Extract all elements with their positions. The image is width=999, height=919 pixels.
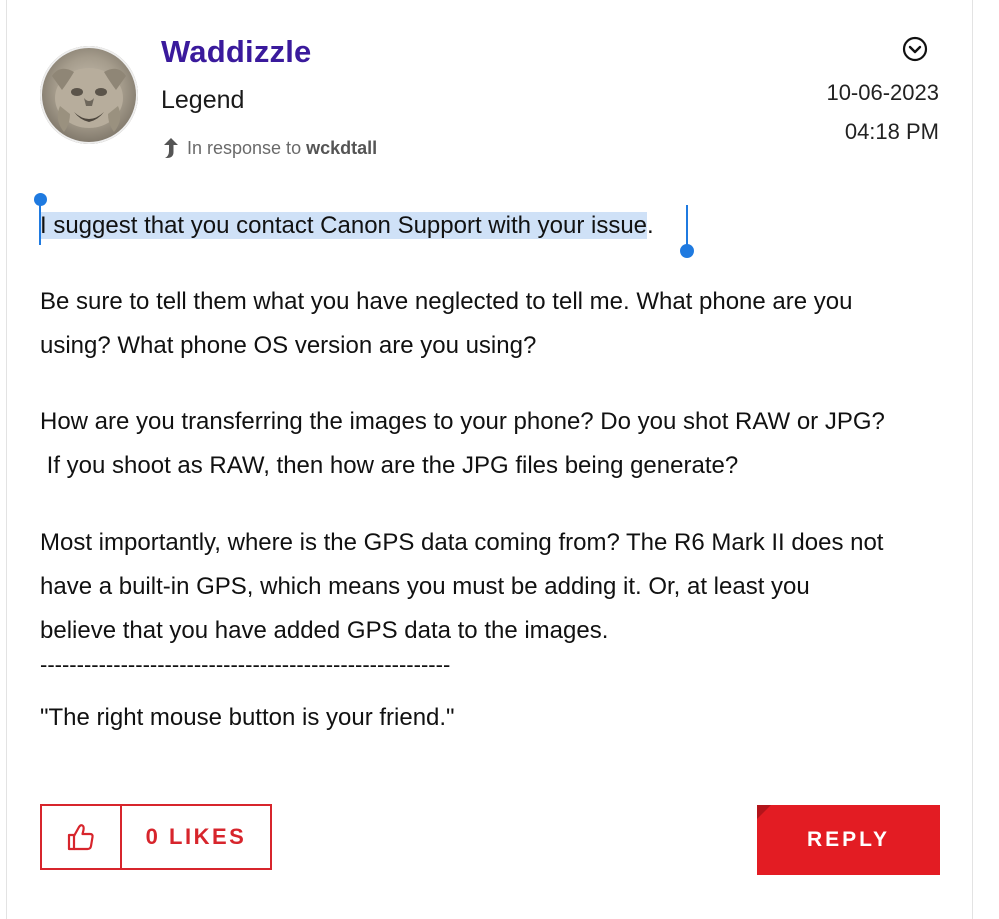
like-button[interactable] — [42, 806, 122, 868]
chevron-down-circle-icon[interactable] — [902, 36, 928, 62]
in-response-prefix: In response to — [187, 137, 302, 158]
paragraph-4-line-2: have a built-in GPS, which means you mus… — [40, 573, 810, 600]
post-paragraph-1: I suggest that you contact Canon Support… — [40, 204, 950, 248]
author-rank: Legend — [161, 86, 245, 114]
paragraph-4-line-1: Most importantly, where is the GPS data … — [40, 529, 884, 556]
selected-text: I suggest that you contact Canon Support… — [40, 212, 648, 239]
gargoyle-avatar-icon — [52, 68, 126, 132]
paragraph-3-line-2: If you shoot as RAW, then how are the JP… — [40, 452, 739, 479]
avatar[interactable] — [40, 46, 138, 144]
paragraph-4-line-3: believe that you have added GPS data to … — [40, 617, 609, 644]
post-paragraph-2: Be sure to tell them what you have negle… — [40, 280, 950, 368]
reply-button-label: REPLY — [806, 828, 891, 851]
reply-button[interactable]: REPLY — [757, 805, 940, 875]
post-date: 10-06-2023 — [826, 80, 939, 105]
frame-border-left — [6, 0, 7, 919]
thumbs-up-icon — [67, 824, 94, 851]
in-response-to: In response to wckdtall — [161, 136, 377, 160]
reply-button-corner — [757, 805, 771, 819]
reply-up-arrow-icon — [164, 138, 178, 158]
paragraph-2-line-2: using? What phone OS version are you usi… — [40, 332, 537, 359]
author-username[interactable]: Waddizzle — [161, 34, 312, 70]
like-group: 0 LIKES — [40, 804, 272, 870]
paragraph-1-tail: . — [647, 212, 654, 239]
likes-count-button[interactable]: 0 LIKES — [122, 806, 270, 868]
frame-border-right — [972, 0, 973, 919]
paragraph-2-line-1: Be sure to tell them what you have negle… — [40, 288, 853, 315]
signature-divider: ----------------------------------------… — [40, 652, 451, 677]
in-response-target[interactable]: wckdtall — [306, 138, 377, 159]
post-paragraph-3: How are you transferring the images to y… — [40, 400, 950, 488]
selection-start-caret — [39, 205, 41, 245]
selection-end-handle[interactable] — [680, 244, 694, 258]
selection-end-caret — [686, 205, 688, 245]
post-paragraph-4: Most importantly, where is the GPS data … — [40, 521, 950, 653]
post-time: 04:18 PM — [844, 119, 939, 144]
paragraph-3-line-1: How are you transferring the images to y… — [40, 408, 885, 435]
signature-quote: "The right mouse button is your friend." — [40, 704, 455, 731]
